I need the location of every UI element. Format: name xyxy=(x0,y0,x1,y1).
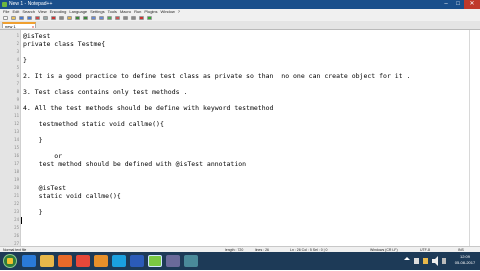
line-number: 16 xyxy=(14,153,19,158)
code-line: @isTest xyxy=(23,32,51,40)
line-number: 1 xyxy=(16,33,19,38)
copy-icon[interactable] xyxy=(59,16,64,20)
line-number: 19 xyxy=(14,177,19,182)
cut-icon[interactable] xyxy=(51,16,56,20)
skype-icon[interactable] xyxy=(112,255,126,267)
find-icon[interactable] xyxy=(91,16,96,20)
text-caret xyxy=(21,217,22,224)
zoom-in-icon[interactable] xyxy=(107,16,112,20)
line-number: 10 xyxy=(14,105,19,110)
window-title: New 1 - Notepad++ xyxy=(9,1,53,7)
code-line: 4. All the test methods should be define… xyxy=(23,104,274,112)
line-number: 13 xyxy=(14,129,19,134)
battery-icon xyxy=(423,258,428,264)
tab-label: new 1 xyxy=(5,24,16,29)
clock-date: 05-08-2017 xyxy=(454,260,476,265)
maximize-button[interactable]: □ xyxy=(452,0,464,9)
show-hidden-icons-icon xyxy=(404,257,410,260)
line-number: 22 xyxy=(14,201,19,206)
network-icon xyxy=(414,258,419,264)
line-number: 18 xyxy=(14,169,19,174)
line-number: 24 xyxy=(14,217,19,222)
open-icon[interactable] xyxy=(11,16,16,20)
taskbar: 12:09 05-08-2017 xyxy=(0,252,480,270)
line-number: 15 xyxy=(14,145,19,150)
line-number: 7 xyxy=(16,81,19,86)
line-number: 5 xyxy=(16,65,19,70)
line-number: 3 xyxy=(16,49,19,54)
replace-icon[interactable] xyxy=(99,16,104,20)
macro-play-icon[interactable] xyxy=(147,16,152,20)
line-number: 26 xyxy=(14,233,19,238)
system-tray xyxy=(400,252,448,270)
app-icon[interactable] xyxy=(166,255,180,267)
code-line: 2. It is a good practice to define test … xyxy=(23,72,411,80)
word-icon[interactable] xyxy=(130,255,144,267)
line-number: 2 xyxy=(16,41,19,46)
code-line: @isTest xyxy=(23,184,67,192)
line-number: 20 xyxy=(14,185,19,190)
notepadpp-icon[interactable] xyxy=(148,255,162,267)
ie-icon[interactable] xyxy=(22,255,36,267)
code-line: test method should be defined with @isTe… xyxy=(23,160,247,168)
tab-new-1[interactable]: new 1 x xyxy=(2,22,36,29)
paste-icon[interactable] xyxy=(67,16,72,20)
chrome-icon[interactable] xyxy=(76,255,90,267)
notepadpp-icon xyxy=(2,2,7,7)
tab-bar: new 1 x xyxy=(0,21,480,30)
code-line: } xyxy=(23,56,27,64)
code-line: static void callme(){ xyxy=(23,192,121,200)
title-bar: New 1 - Notepad++ – □ ✕ xyxy=(0,0,480,9)
line-number: 6 xyxy=(16,73,19,78)
new-file-icon[interactable] xyxy=(3,16,8,20)
tray-icons xyxy=(404,256,446,266)
print-icon[interactable] xyxy=(43,16,48,20)
edge-line xyxy=(469,30,470,246)
media-player-icon[interactable] xyxy=(58,255,72,267)
clock[interactable]: 12:09 05-08-2017 xyxy=(452,254,478,266)
line-number: 11 xyxy=(14,113,19,118)
close-icon[interactable] xyxy=(35,16,40,20)
firefox-icon[interactable] xyxy=(94,255,108,267)
line-number: 23 xyxy=(14,209,19,214)
line-number: 21 xyxy=(14,193,19,198)
minimize-button[interactable]: – xyxy=(440,0,452,9)
macro-record-icon[interactable] xyxy=(139,16,144,20)
close-button[interactable]: ✕ xyxy=(464,0,480,9)
line-number: 8 xyxy=(16,89,19,94)
redo-icon[interactable] xyxy=(83,16,88,20)
code-line: or xyxy=(23,152,63,160)
code-line: 3. Test class contains only test methods… xyxy=(23,88,188,96)
app-icon-2[interactable] xyxy=(184,255,198,267)
code-line: private class Testme{ xyxy=(23,40,106,48)
code-line: } xyxy=(23,136,43,144)
code-line: } xyxy=(23,208,43,216)
volume-icon xyxy=(432,256,438,266)
line-number: 4 xyxy=(16,57,19,62)
line-number: 12 xyxy=(14,121,19,126)
flag-icon xyxy=(442,258,446,264)
wrap-icon[interactable] xyxy=(123,16,128,20)
save-all-icon[interactable] xyxy=(27,16,32,20)
line-number: 14 xyxy=(14,137,19,142)
code-line: testmethod static void callme(){ xyxy=(23,120,164,128)
save-icon[interactable] xyxy=(19,16,24,20)
start-button[interactable] xyxy=(3,254,17,268)
zoom-out-icon[interactable] xyxy=(115,16,120,20)
line-number-margin: 1 2 3 4 5 6 7 8 9 10 11 12 13 14 15 16 17 18 19 20 21 22 23 24 2… xyxy=(0,30,21,246)
line-number: 25 xyxy=(14,225,19,230)
tab-close-button[interactable]: x xyxy=(32,24,34,29)
line-number: 9 xyxy=(16,97,19,102)
folder-icon[interactable] xyxy=(40,255,54,267)
indent-icon[interactable] xyxy=(131,16,136,20)
text-editor[interactable]: @isTest private class Testme{} 2. It is a … xyxy=(21,30,480,246)
line-number: 17 xyxy=(14,161,19,166)
undo-icon[interactable] xyxy=(75,16,80,20)
